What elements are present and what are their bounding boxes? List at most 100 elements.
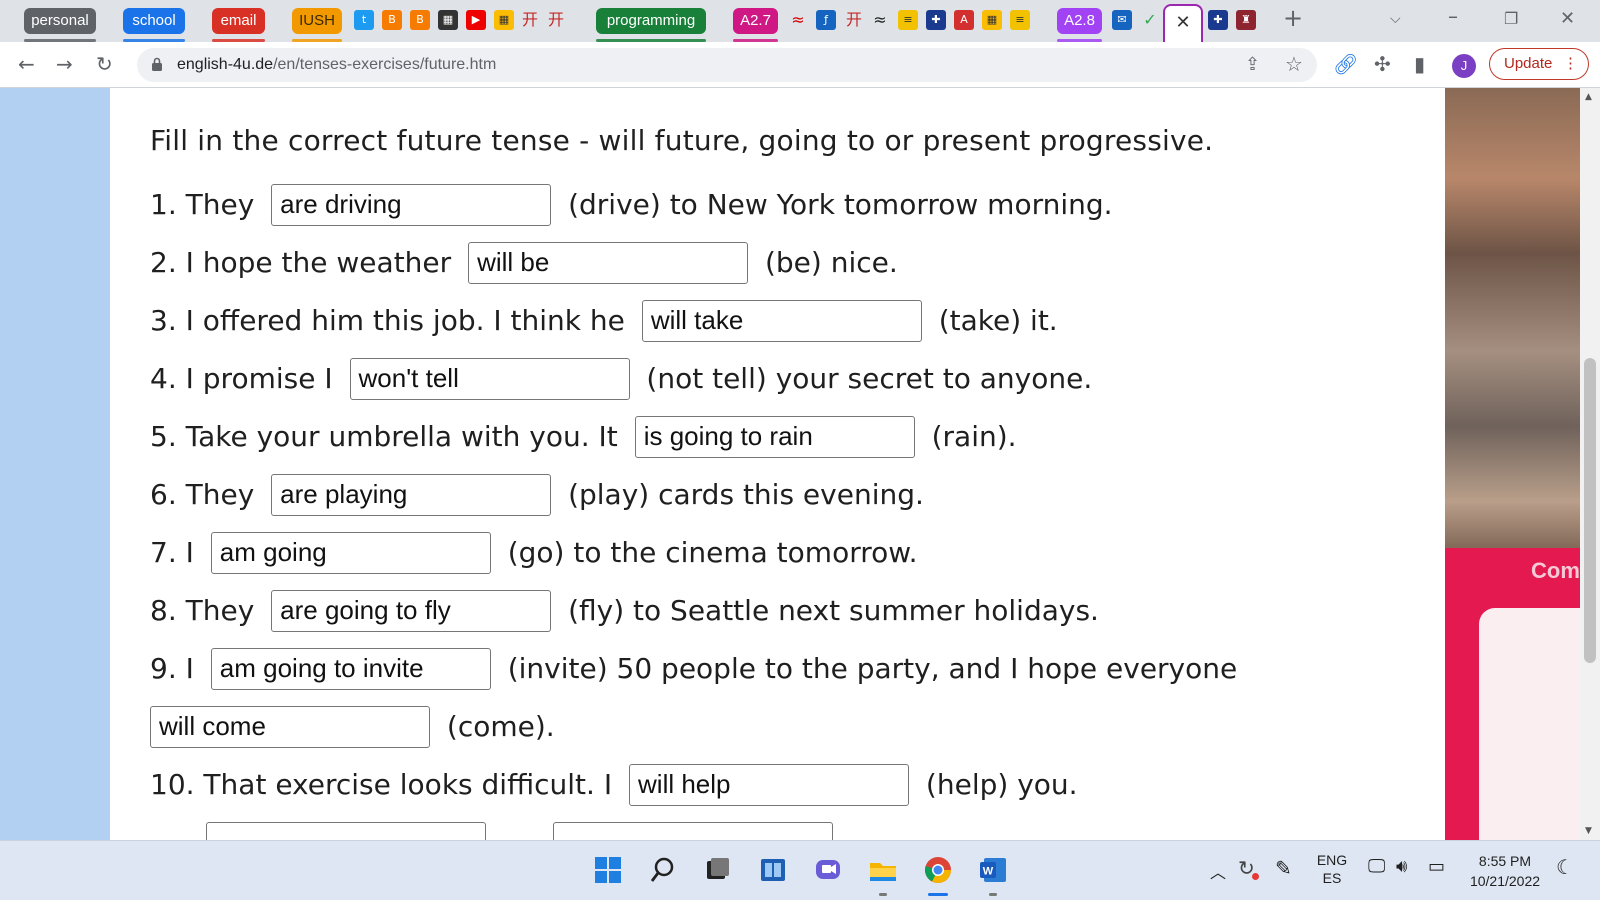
show-hidden-icons-chevron-icon[interactable]: ︿ xyxy=(1210,859,1226,883)
app-favicon-icon[interactable]: ▦ xyxy=(982,10,1002,30)
update-label: Update xyxy=(1504,55,1553,72)
answer-input[interactable]: will be xyxy=(468,242,749,284)
file-explorer-running-indicator xyxy=(879,893,887,896)
blogger-favicon-icon[interactable]: B xyxy=(410,10,430,30)
exercise-item: 5. Take your umbrella with you. It is go… xyxy=(150,414,1017,458)
twitter-favicon-icon[interactable]: t xyxy=(354,10,374,30)
tab-group-iush[interactable]: IUSH xyxy=(292,8,342,42)
tab-group-a2-8[interactable]: A2.8 xyxy=(1057,8,1102,42)
widgets-icon[interactable] xyxy=(758,855,788,885)
uk-flag-favicon-icon[interactable]: ✚ xyxy=(1208,10,1228,30)
mega-favicon-icon[interactable]: ≈ xyxy=(870,10,890,30)
word-icon[interactable]: W xyxy=(978,855,1008,885)
language-primary: ENG xyxy=(1316,852,1348,868)
bookmark-star-icon[interactable]: ☆ xyxy=(1285,52,1303,76)
chrome-icon[interactable] xyxy=(923,855,953,885)
app-favicon-icon[interactable]: ▦ xyxy=(494,10,514,30)
answer-input[interactable]: won't tell xyxy=(349,358,630,400)
tab-group-programming[interactable]: programming xyxy=(596,8,706,42)
network-icon[interactable]: 🖵︎ xyxy=(1368,856,1385,877)
tab-search-chevron-icon[interactable]: ⌵ xyxy=(1390,11,1401,27)
minimize-icon[interactable]: – xyxy=(1448,4,1458,28)
file-explorer-icon[interactable] xyxy=(868,855,898,885)
scrollbar-thumb[interactable] xyxy=(1584,358,1596,663)
update-button[interactable]: Update ⋮ xyxy=(1489,48,1589,80)
reload-icon[interactable]: ↻ xyxy=(96,52,113,76)
answer-input[interactable] xyxy=(552,822,833,840)
answer-input[interactable]: will come xyxy=(150,706,430,748)
menu-kebab-icon[interactable]: ⋮ xyxy=(1563,49,1578,78)
kanji-favicon-icon[interactable]: 开 xyxy=(844,10,864,30)
chat-icon[interactable] xyxy=(813,855,843,885)
page-viewport: Fill in the correct future tense - will … xyxy=(0,88,1600,840)
url-text[interactable]: english-4u.de/en/tenses-exercises/future… xyxy=(177,48,496,82)
svg-text:W: W xyxy=(983,866,994,878)
url-path: /en/tenses-exercises/future.htm xyxy=(273,56,497,73)
doc-favicon-icon[interactable]: ≡ xyxy=(1010,10,1030,30)
tab-group-a2-7[interactable]: A2.7 xyxy=(733,8,778,42)
item-text-before: 7. I xyxy=(150,536,194,569)
uk-flag-favicon-icon[interactable]: ✚ xyxy=(926,10,946,30)
close-window-icon[interactable]: ✕ xyxy=(1560,8,1575,29)
answer-input[interactable] xyxy=(206,822,486,840)
forward-icon[interactable]: → xyxy=(56,52,73,76)
mega-favicon-icon[interactable]: ≈ xyxy=(788,10,808,30)
scroll-up-arrow-icon[interactable]: ▲ xyxy=(1585,92,1592,102)
answer-input[interactable]: are driving xyxy=(271,184,552,226)
task-view-icon[interactable] xyxy=(703,855,733,885)
mail-favicon-icon[interactable]: ✉ xyxy=(1112,10,1132,30)
extensions-puzzle-icon[interactable]: ✣ xyxy=(1374,52,1391,76)
kanji-favicon-icon[interactable]: 开 xyxy=(520,10,540,30)
advert-text: Com xyxy=(1531,558,1580,583)
close-tab-icon[interactable]: ✕ xyxy=(1165,12,1201,33)
check-favicon-icon[interactable]: ✓ xyxy=(1140,10,1160,30)
clock[interactable]: 8:55 PM 10/21/2022 xyxy=(1462,851,1548,891)
side-panel-icon[interactable]: ▮ xyxy=(1414,52,1425,76)
tab-group-personal[interactable]: personal xyxy=(24,8,96,42)
tab-strip: personal school email IUSH t B B ▦ ▶ ▦ 开… xyxy=(0,0,1600,42)
search-icon[interactable] xyxy=(648,855,678,885)
answer-input[interactable]: will help xyxy=(629,764,910,806)
formula-favicon-icon[interactable]: ƒ xyxy=(816,10,836,30)
item-text-after: (not tell) your secret to anyone. xyxy=(646,362,1093,395)
answer-input[interactable]: are playing xyxy=(271,474,552,516)
restore-icon[interactable]: ❐ xyxy=(1504,9,1518,28)
answer-input[interactable]: am going xyxy=(210,532,491,574)
windows-start-icon[interactable] xyxy=(593,855,623,885)
url-host: english-4u.de xyxy=(177,56,274,73)
battery-icon[interactable]: ▭ xyxy=(1428,856,1445,877)
shield-favicon-icon[interactable]: ♜ xyxy=(1236,10,1256,30)
youtube-favicon-icon[interactable]: ▶ xyxy=(466,10,486,30)
kanji-favicon-icon[interactable]: 开 xyxy=(546,10,566,30)
pdf-favicon-icon[interactable]: A xyxy=(954,10,974,30)
side-advert-image[interactable]: Com xyxy=(1445,88,1580,840)
item-text-after: (fly) to Seattle next summer holidays. xyxy=(568,594,1099,627)
browser-toolbar: ← → ↻ english-4u.de/en/tenses-exercises/… xyxy=(0,42,1600,88)
answer-input[interactable]: are going to fly xyxy=(271,590,552,632)
volume-icon[interactable]: 🔊︎ xyxy=(1396,856,1407,877)
answer-input[interactable]: will take xyxy=(641,300,922,342)
blogger-favicon-icon[interactable]: B xyxy=(382,10,402,30)
language-indicator[interactable]: ENG ES xyxy=(1312,851,1352,887)
item-text-before: 9. I xyxy=(150,652,194,685)
tab-group-email[interactable]: email xyxy=(212,8,265,42)
tab-group-school[interactable]: school xyxy=(123,8,185,42)
qr-favicon-icon[interactable]: ▦ xyxy=(438,10,458,30)
scroll-down-arrow-icon[interactable]: ▼ xyxy=(1585,826,1592,836)
sync-status-error-dot xyxy=(1252,873,1259,880)
back-icon[interactable]: ← xyxy=(18,52,35,76)
profile-avatar[interactable]: J xyxy=(1452,54,1476,78)
exercise-instruction: Fill in the correct future tense - will … xyxy=(150,124,1214,157)
address-bar[interactable]: english-4u.de/en/tenses-exercises/future… xyxy=(137,48,1317,82)
pen-icon[interactable]: ✎ xyxy=(1275,856,1292,881)
notifications-moon-icon[interactable]: ☾ xyxy=(1556,855,1574,880)
item-text-before: 3. I offered him this job. I think he xyxy=(150,304,625,337)
link-extension-icon[interactable]: 🔗︎ xyxy=(1333,52,1358,76)
answer-input[interactable]: am going to invite xyxy=(210,648,491,690)
new-tab-icon[interactable]: + xyxy=(1283,4,1303,32)
share-icon[interactable]: ⇪ xyxy=(1245,53,1260,77)
doc-favicon-icon[interactable]: ≡ xyxy=(898,10,918,30)
answer-input[interactable]: is going to rain xyxy=(634,416,915,458)
active-tab[interactable]: ✕ xyxy=(1163,4,1203,42)
page-scrollbar[interactable]: ▲ ▼ xyxy=(1580,88,1600,840)
